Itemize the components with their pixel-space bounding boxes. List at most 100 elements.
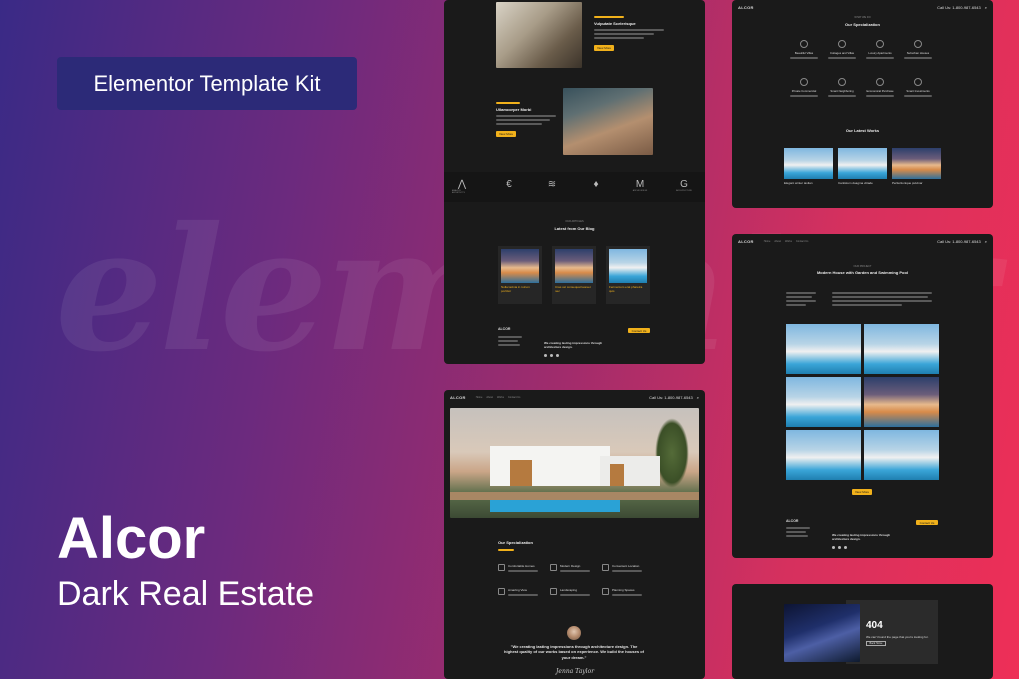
commercial-icon [800,78,808,86]
feature-item: Amazing View [498,588,538,598]
preview-about-blog: Vulputate Scelerisque View More Ullamcor… [444,0,705,364]
spec-item: Suburban Houses [894,40,942,61]
product-subtitle: Dark Real Estate [57,575,314,613]
work-card[interactable]: Cantistum doagma vittade [838,148,887,185]
site-logo[interactable]: ALCOR [738,239,754,244]
template-kit-badge: Elementor Template Kit [57,57,357,110]
spec-title: Our Specialization [845,22,880,27]
hero-image [450,408,699,518]
work-card[interactable]: Perfectionique pulvinar [892,148,941,185]
work-card[interactable]: Elegant winter tavilan [784,148,833,185]
spec-kicker: WHAT WE DO [854,16,871,19]
work-image [838,148,887,179]
view-icon [498,588,505,595]
work-image [784,148,833,179]
site-logo[interactable]: ALCOR [738,5,754,10]
nav-home[interactable]: Home [476,396,483,399]
gallery-view-button[interactable]: View More [852,489,872,495]
spec-item: Smart Investments [894,78,942,99]
partner-logo-1: ⋀ AMAZON ARCHITECTS [452,179,467,195]
partners-strip [444,172,705,202]
error-code: 404 [866,620,883,631]
living-room-image [496,2,582,68]
footer-contact-button[interactable]: Contact Us [628,328,650,333]
location-icon [602,564,609,571]
nav-contact[interactable]: Contact Us [508,396,520,399]
blog-image [555,249,593,283]
search-icon[interactable]: ⌕ [697,395,699,400]
blog-image [609,249,647,283]
footer-contact-button[interactable]: Contact Us [916,520,938,525]
villa-icon [800,40,808,48]
work-title[interactable]: Elegant winter tavilan [784,181,833,185]
feature-item: Comfortable Homes [498,564,538,574]
specialization-title: Our Specialization [498,540,533,545]
search-icon[interactable]: ⌕ [985,5,987,10]
preview-services: ALCOR Call Us: 1-800-987-6543 ⌕ WHAT WE … [732,0,993,208]
nav-phone[interactable]: Call Us: 1-800-987-6543 [649,395,693,400]
gallery-image[interactable] [786,324,861,374]
gallery-image[interactable] [864,324,939,374]
error-message: We can't found the page that you're look… [866,635,929,639]
nav-contact[interactable]: Contact Us [796,240,808,243]
partner-logo-4: ♦ [593,179,599,190]
social-icons[interactable] [832,546,847,549]
project-title: Modern House with Garden and Swimming Po… [816,270,909,275]
cottage-icon [838,40,846,48]
nav-works[interactable]: Works [785,240,792,243]
search-icon[interactable]: ⌕ [985,239,987,244]
item2-view-button[interactable]: View More [496,131,516,137]
preview-project: ALCOR Home About Works Contact Us Call U… [732,234,993,558]
night-sky-image [784,604,860,662]
site-navbar: ALCOR Home About Works Contact Us Call U… [450,393,699,401]
partner-logo-3: ≋ [547,179,557,190]
footer-tagline: We creating lasting impressions through … [544,341,603,349]
social-icons[interactable] [544,354,559,357]
project-kicker: OUR PROJECT [853,265,872,268]
sofa-icon [838,78,846,86]
nav-home[interactable]: Home [764,240,771,243]
item1-title: Vulputate Scelerisque [594,21,636,26]
gallery-image[interactable] [864,430,939,480]
nav-links: Home About Works Contact Us [476,396,649,399]
nav-works[interactable]: Works [497,396,504,399]
footer-tagline: We creating lasting impressions through … [832,533,891,541]
product-title: Alcor [57,506,206,571]
bedroom-image [563,88,653,155]
site-navbar: ALCOR Home About Works Contact Us Call U… [738,237,987,245]
back-home-button[interactable]: Back Home [866,641,886,646]
footer-logo[interactable]: ALCOR [786,519,798,523]
blog-image [501,249,539,283]
blog-post-title[interactable]: Fermentum erat pharetra quis [609,285,647,294]
gallery-image[interactable] [786,377,861,427]
gallery-image[interactable] [786,430,861,480]
work-title[interactable]: Cantistum doagma vittade [838,181,887,185]
signature: Jenna Taylor [556,668,595,675]
nav-phone[interactable]: Call Us: 1-800-987-6543 [937,5,981,10]
feature-item: Convenient Location [602,564,642,574]
blog-card[interactable]: Cras vel consequat laoreet nec [552,246,596,304]
site-logo[interactable]: ALCOR [450,395,466,400]
item1-view-button[interactable]: View More [594,45,614,51]
feature-item: Planning Spaces [602,588,642,598]
blog-post-title[interactable]: Cras vel consequat laoreet nec [555,285,593,294]
testimonial-quote: "We creating lasting impressions through… [504,644,644,660]
gallery-image[interactable] [864,377,939,427]
footer-logo[interactable]: ALCOR [498,327,510,331]
avatar [567,626,581,640]
blog-card[interactable]: Fermentum erat pharetra quis [606,246,650,304]
nav-about[interactable]: About [774,240,781,243]
blog-card[interactable]: Nulla lacinia in rutrum porttitor [498,246,542,304]
design-icon [550,564,557,571]
blog-post-title[interactable]: Nulla lacinia in rutrum porttitor [501,285,539,294]
landscape-icon [550,588,557,595]
nav-about[interactable]: About [486,396,493,399]
partner-logo-5: M ARCHI DESIGN [632,179,648,193]
investment-icon [914,78,922,86]
nav-phone[interactable]: Call Us: 1-800-987-6543 [937,239,981,244]
feature-item: Modern Design [550,564,590,574]
preview-404: 404 We can't found the page that you're … [732,584,993,679]
nav-links: Home About Works Contact Us [764,240,937,243]
feature-item: Landscaping [550,588,590,598]
work-title[interactable]: Perfectionique pulvinar [892,181,941,185]
